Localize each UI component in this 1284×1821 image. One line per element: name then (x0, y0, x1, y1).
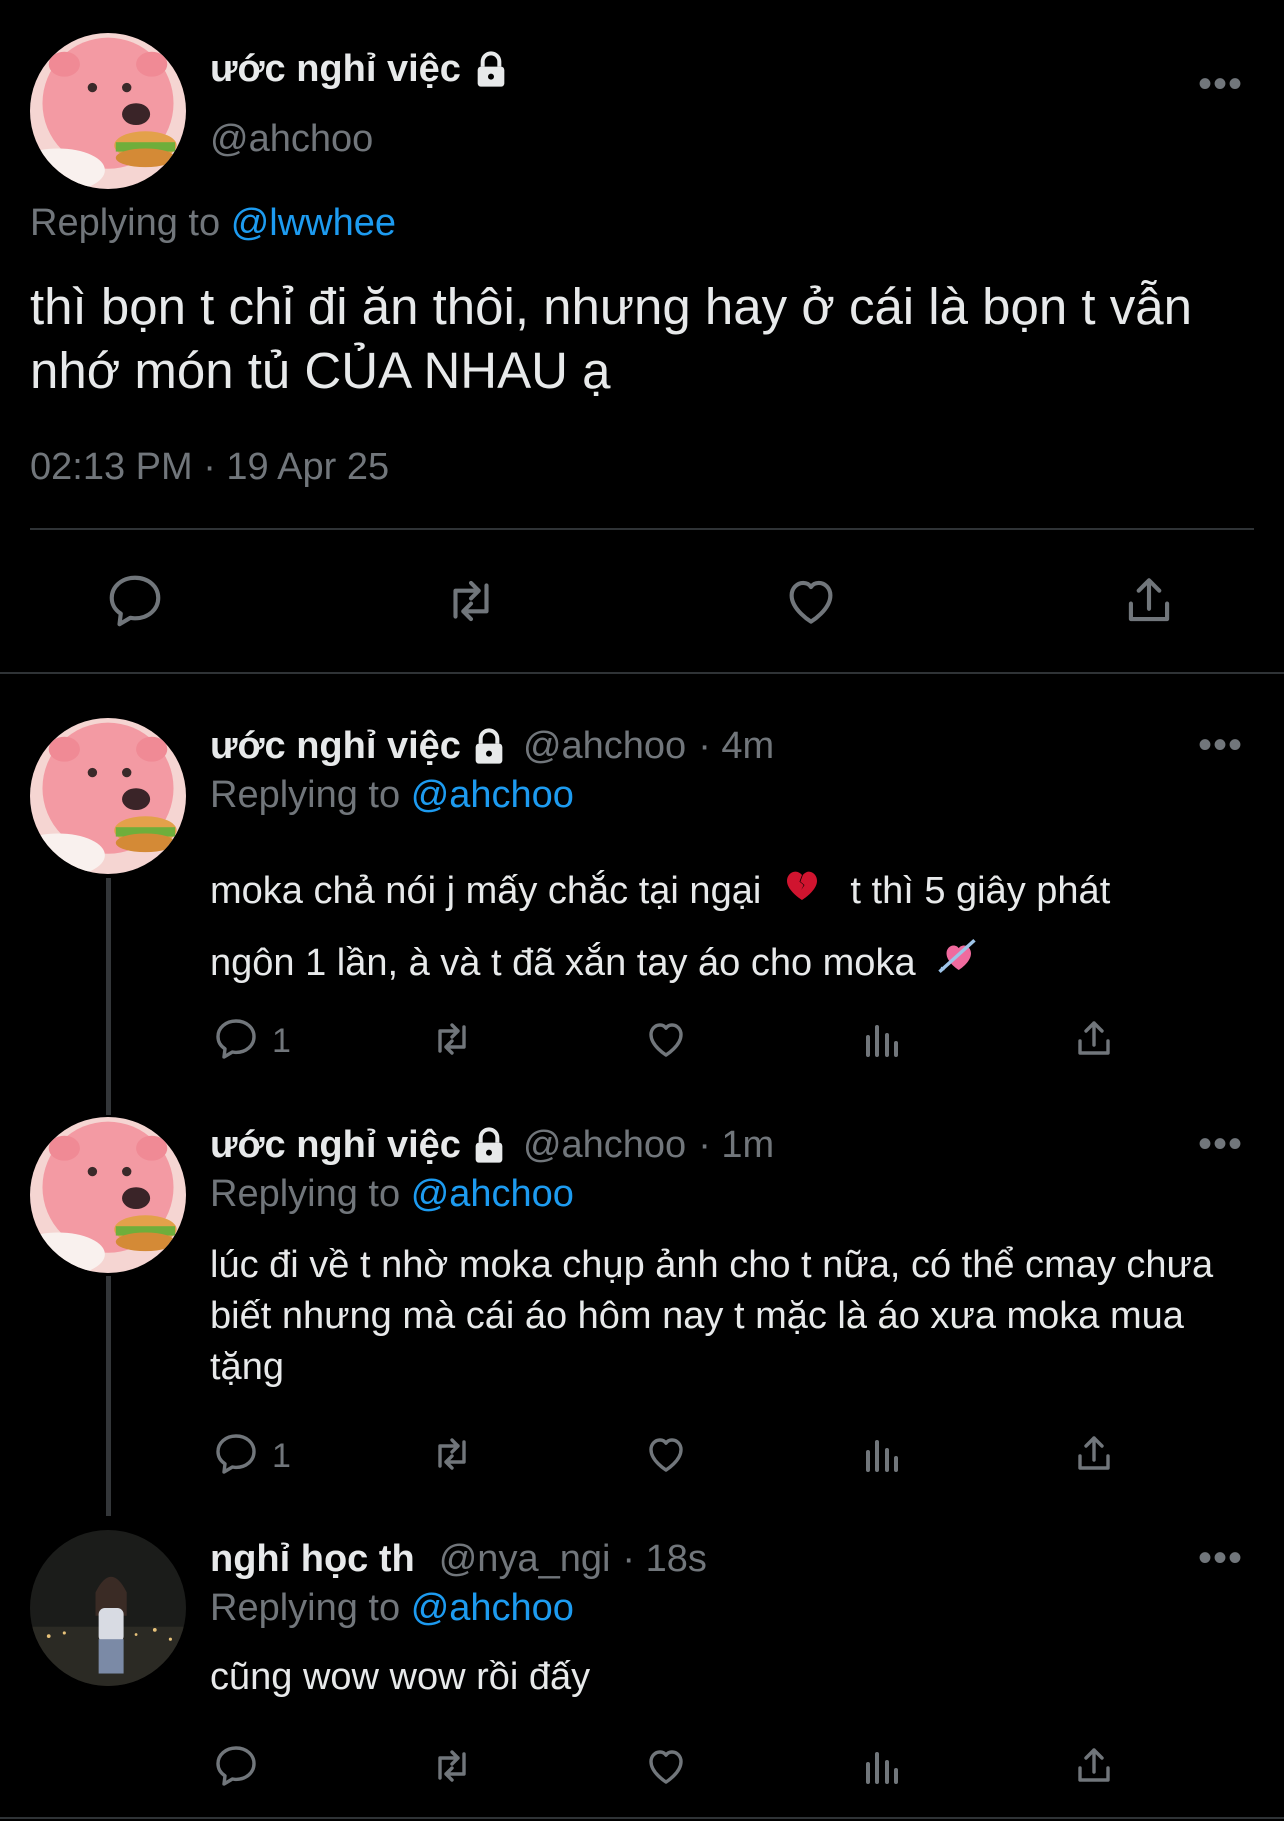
reply-icon[interactable] (212, 1430, 260, 1478)
tweet-text-part: moka chả nói j mấy chắc tại ngại (210, 870, 762, 912)
share-icon[interactable] (1070, 1015, 1118, 1063)
like-icon[interactable] (642, 1015, 690, 1063)
reply-count: 1 (272, 1437, 291, 1475)
divider (30, 528, 1254, 530)
display-name[interactable]: ước nghỉ việc (210, 1124, 509, 1167)
tweet-text: moka chả nói j mấy chắc tại ngại t thì 5… (210, 856, 1250, 1000)
tweet-time[interactable]: · 1m (698, 1124, 774, 1167)
tweet-text: lúc đi về t nhờ moka chụp ảnh cho t nữa,… (210, 1244, 1214, 1388)
replying-prefix: Replying to (210, 1587, 401, 1629)
analytics-icon[interactable] (858, 1742, 906, 1790)
tweet-time[interactable]: · 18s (622, 1538, 706, 1581)
display-name[interactable]: nghỉ học th (210, 1538, 415, 1581)
lock-icon (469, 727, 509, 767)
display-name[interactable]: ước nghỉ việc (210, 48, 511, 91)
avatar[interactable] (30, 718, 186, 874)
avatar[interactable] (30, 33, 186, 189)
display-name-text: ước nghỉ việc (210, 1124, 461, 1166)
share-icon[interactable] (1118, 570, 1180, 632)
tweet-text-line: moka chả nói j mấy chắc tại ngại t thì 5… (210, 856, 1250, 928)
replying-prefix: Replying to (30, 202, 221, 244)
avatar[interactable] (30, 1117, 186, 1273)
retweet-icon[interactable] (440, 570, 502, 632)
share-icon[interactable] (1070, 1742, 1118, 1790)
like-icon[interactable] (642, 1430, 690, 1478)
reply-icon[interactable] (212, 1015, 260, 1063)
display-name-text: ước nghỉ việc (210, 48, 461, 90)
analytics-icon[interactable] (858, 1430, 906, 1478)
lock-icon (469, 1126, 509, 1166)
replying-to: Replying to @ahchoo (210, 1587, 574, 1630)
replying-prefix: Replying to (210, 774, 401, 816)
handle[interactable]: @ahchoo (523, 725, 686, 768)
like-icon[interactable] (780, 570, 842, 632)
lock-icon (471, 50, 511, 90)
more-options-icon[interactable]: ••• (1198, 64, 1243, 104)
tweet-text: cũng wow wow rồi đấy (210, 1656, 591, 1698)
broken-heart-icon (782, 858, 822, 928)
share-icon[interactable] (1070, 1430, 1118, 1478)
handle[interactable]: @ahchoo (210, 118, 373, 161)
tweet-header: nghỉ học th @nya_ngi · 18s (210, 1538, 707, 1581)
replying-to-link[interactable]: @lwwhee (231, 202, 396, 244)
tweet-text-part: ngôn 1 lần, à và t đã xắn tay áo cho mok… (210, 941, 916, 984)
reply-count: 1 (272, 1022, 291, 1060)
handle[interactable]: @ahchoo (523, 1124, 686, 1167)
bottom-divider (0, 1817, 1284, 1819)
thread-line (106, 878, 111, 1115)
heart-with-arrow-icon (936, 930, 978, 1000)
replying-to: Replying to @ahchoo (210, 1173, 574, 1216)
avatar[interactable] (30, 1530, 186, 1686)
reply-icon[interactable] (212, 1742, 260, 1790)
display-name-text: ước nghỉ việc (210, 725, 461, 767)
thread-line (106, 1276, 111, 1516)
replying-to-link[interactable]: @ahchoo (411, 1173, 574, 1215)
more-options-icon[interactable]: ••• (1198, 725, 1243, 765)
retweet-icon[interactable] (428, 1742, 476, 1790)
replying-to-link[interactable]: @ahchoo (411, 1587, 574, 1629)
more-options-icon[interactable]: ••• (1198, 1538, 1243, 1578)
retweet-icon[interactable] (428, 1430, 476, 1478)
replying-to: Replying to @lwwhee (30, 202, 396, 245)
like-icon[interactable] (642, 1742, 690, 1790)
more-options-icon[interactable]: ••• (1198, 1124, 1243, 1164)
analytics-icon[interactable] (858, 1015, 906, 1063)
replying-prefix: Replying to (210, 1173, 401, 1215)
tweet-time[interactable]: · 4m (698, 725, 774, 768)
tweet-text-line: ngôn 1 lần, à và t đã xắn tay áo cho mok… (210, 928, 1250, 1000)
timestamp[interactable]: 02:13 PM · 19 Apr 25 (30, 446, 389, 489)
tweet-text-part: t thì 5 giây phát (850, 870, 1111, 912)
replying-to-link[interactable]: @ahchoo (411, 774, 574, 816)
display-name-text: nghỉ học th (210, 1538, 415, 1580)
tweet-text: thì bọn t chỉ đi ăn thôi, nhưng hay ở cá… (30, 278, 1192, 399)
tweet-header: ước nghỉ việc @ahchoo · 1m (210, 1124, 774, 1167)
retweet-icon[interactable] (428, 1015, 476, 1063)
display-name[interactable]: ước nghỉ việc (210, 725, 509, 768)
handle[interactable]: @nya_ngi (439, 1538, 611, 1581)
tweet-header: ước nghỉ việc @ahchoo · 4m (210, 725, 774, 768)
reply-icon[interactable] (104, 570, 166, 632)
section-divider (0, 672, 1284, 674)
replying-to: Replying to @ahchoo (210, 774, 574, 817)
